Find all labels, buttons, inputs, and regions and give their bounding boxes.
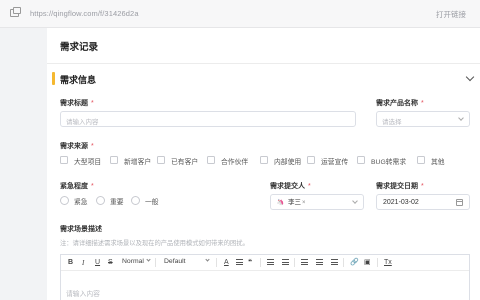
product-label-text: 需求产品名称 [376, 100, 418, 107]
radio[interactable] [96, 196, 105, 205]
toolbar-divider [216, 258, 217, 267]
source-checkbox-group: 大型项目 新增客户 已有客户 合作伙伴 内部使用 运营宣传 BUG转需求 其他 [60, 155, 475, 167]
checkbox[interactable] [207, 156, 215, 164]
option-label: 紧急 [74, 199, 88, 206]
option-label: 内部使用 [274, 159, 302, 166]
avatar: 🦄 [276, 200, 285, 206]
urgency-field-label: 紧急程度 * [60, 181, 94, 191]
bullet-list-icon[interactable] [282, 259, 289, 266]
product-placeholder: 请选择 [382, 119, 402, 126]
chevron-down-icon [146, 257, 151, 262]
required-mark: * [308, 183, 311, 190]
toolbar-divider [343, 258, 344, 267]
form-card: 需求信息 需求标题 * 请输入内容 需求产品名称 * 请选择 需求来源 * 大型项目 … [47, 64, 480, 300]
rich-text-editor[interactable]: B I U S Normal Default A ❝ 🔗 ▣ Tx 请输入内容 [60, 254, 470, 300]
option-label: 大型项目 [74, 159, 102, 166]
radio[interactable] [131, 196, 140, 205]
product-select[interactable]: 请选择 [376, 111, 470, 127]
date-value: 2021-03-02 [383, 199, 419, 206]
required-mark: * [421, 100, 424, 107]
required-mark: * [91, 100, 94, 107]
format-select-value: Normal [122, 258, 144, 265]
toolbar-divider [155, 258, 156, 267]
source-label-text: 需求来源 [60, 143, 88, 150]
checkbox[interactable] [260, 156, 268, 164]
urgency-label-text: 紧急程度 [60, 183, 88, 190]
checkbox[interactable] [417, 156, 425, 164]
scene-field-label: 需求场景描述 [60, 224, 102, 234]
date-field-label: 需求提交日期 * [376, 181, 424, 191]
outdent-icon[interactable] [301, 259, 308, 266]
title-input[interactable]: 请输入内容 [60, 111, 356, 127]
font-select-value: Default [164, 258, 186, 265]
indent-icon[interactable] [316, 259, 323, 266]
date-label-text: 需求提交日期 [376, 183, 418, 190]
section-accent-bar [52, 72, 55, 85]
option-label: BUG转需求 [371, 159, 407, 166]
option-label: 合作伙伴 [221, 159, 249, 166]
required-mark: * [91, 183, 94, 190]
checkbox[interactable] [307, 156, 315, 164]
required-mark: * [91, 143, 94, 150]
url-text[interactable]: https://qingflow.com/f/31426d2a [30, 9, 139, 18]
font-select[interactable]: Default [164, 257, 210, 265]
submitter-label-text: 需求提交人 [270, 183, 305, 190]
ordered-list-icon[interactable] [267, 259, 274, 266]
source-field-label: 需求来源 * [60, 141, 94, 151]
format-select[interactable]: Normal [122, 257, 151, 265]
required-mark: * [421, 183, 424, 190]
strikethrough-button[interactable]: S [108, 258, 113, 268]
chevron-down-icon [352, 198, 358, 204]
product-field-label: 需求产品名称 * [376, 98, 424, 108]
clear-format-button[interactable]: Tx [384, 258, 392, 268]
page-title: 需求记录 [60, 42, 99, 53]
tabs-icon[interactable] [10, 7, 21, 17]
title-field-label: 需求标题 * [60, 98, 94, 108]
option-label: 重要 [110, 199, 124, 206]
option-label: 其他 [431, 159, 445, 166]
link-icon[interactable]: 🔗 [350, 258, 359, 268]
open-link-button[interactable]: 打开链接 [436, 9, 466, 20]
date-picker[interactable]: 2021-03-02 [376, 194, 470, 210]
italic-button[interactable]: I [82, 258, 84, 268]
title-label-text: 需求标题 [60, 100, 88, 107]
section-title: 需求信息 [60, 75, 97, 85]
page-header: 需求记录 [47, 28, 480, 64]
option-label: 运营宣传 [321, 159, 349, 166]
align-icon[interactable] [236, 259, 243, 266]
option-label: 一般 [145, 199, 159, 206]
option-label: 已有客户 [171, 159, 199, 166]
checkbox[interactable] [110, 156, 118, 164]
toolbar-divider [294, 258, 295, 267]
checkbox[interactable] [357, 156, 365, 164]
toolbar-divider [377, 258, 378, 267]
chevron-down-icon[interactable] [465, 72, 475, 82]
checkbox[interactable] [157, 156, 165, 164]
option-label: 新增客户 [124, 159, 152, 166]
bold-button[interactable]: B [68, 258, 73, 268]
submitter-tag: 🦄 李三× [276, 198, 308, 208]
align-left-icon[interactable] [331, 259, 338, 266]
radio[interactable] [60, 196, 69, 205]
submitter-select[interactable]: 🦄 李三× [270, 194, 364, 210]
font-color-button[interactable]: A [224, 258, 229, 268]
toolbar-divider [260, 258, 261, 267]
close-icon[interactable]: × [302, 200, 306, 206]
quote-button[interactable]: ❝ [248, 258, 252, 268]
checkbox[interactable] [60, 156, 68, 164]
editor-toolbar: B I U S Normal Default A ❝ 🔗 ▣ Tx [61, 255, 469, 271]
scene-label-text: 需求场景描述 [60, 226, 102, 233]
calendar-icon [456, 199, 463, 206]
title-placeholder: 请输入内容 [66, 119, 99, 126]
chevron-down-icon [458, 115, 464, 121]
submitter-field-label: 需求提交人 * [270, 181, 311, 191]
chevron-down-icon [204, 257, 210, 262]
underline-button[interactable]: U [95, 258, 100, 268]
submitter-name: 李三 [288, 199, 301, 206]
image-icon[interactable]: ▣ [364, 258, 371, 268]
scene-hint: 注：请详细描述需求场景以及现在的产品使用模式如何带来的困扰。 [60, 240, 249, 247]
editor-placeholder: 请输入内容 [66, 291, 100, 298]
browser-url-bar: https://qingflow.com/f/31426d2a 打开链接 [0, 0, 480, 28]
